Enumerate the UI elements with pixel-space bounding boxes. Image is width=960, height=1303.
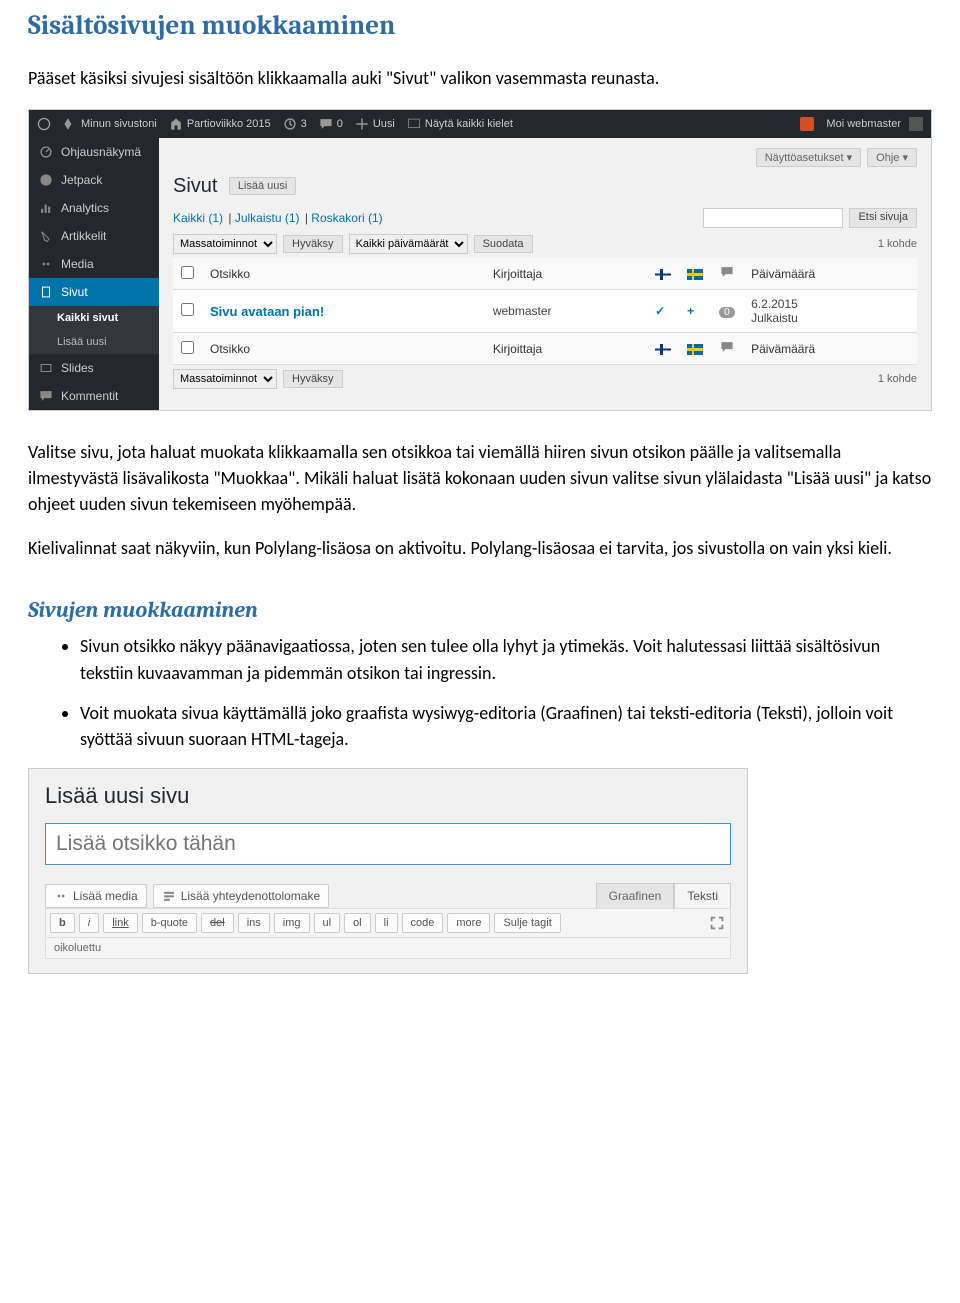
- doc-bullet-list: Sivun otsikko näkyy päänavigaatiossa, jo…: [28, 633, 932, 751]
- updates-link[interactable]: 3: [283, 117, 307, 131]
- sidebar-item-analytics[interactable]: Analytics: [29, 194, 159, 222]
- tb-li[interactable]: li: [375, 913, 398, 933]
- notification-badge[interactable]: [800, 117, 814, 131]
- row-checkbox[interactable]: [181, 303, 194, 316]
- wp-content-area: Näyttöasetukset ▾ Ohje ▾ Sivut Lisää uus…: [159, 138, 931, 410]
- bulk-action-select-bottom[interactable]: Massatoiminnot: [173, 369, 277, 389]
- page-title-link[interactable]: Sivu avataan pian!: [210, 304, 324, 319]
- flag-se-icon: [687, 344, 703, 355]
- tb-italic[interactable]: i: [79, 913, 99, 933]
- comments-link[interactable]: 0: [319, 117, 343, 131]
- add-media-button[interactable]: Lisää media: [45, 884, 147, 908]
- comment-count-badge[interactable]: 0: [719, 307, 735, 318]
- row-author: webmaster: [485, 290, 647, 333]
- tab-visual[interactable]: Graafinen: [596, 883, 675, 908]
- lang-fi-check-icon[interactable]: ✓: [655, 304, 665, 318]
- sidebar-item-jetpack[interactable]: Jetpack: [29, 166, 159, 194]
- tb-close-tags[interactable]: Sulje tagit: [494, 913, 560, 933]
- col-title[interactable]: Otsikko: [202, 258, 485, 290]
- fullscreen-icon[interactable]: [708, 914, 726, 932]
- lang-se-add-icon[interactable]: +: [687, 304, 694, 318]
- col-author[interactable]: Kirjoittaja: [485, 258, 647, 290]
- languages-link[interactable]: Näytä kaikki kielet: [407, 117, 513, 131]
- filter-published[interactable]: Julkaistu (1): [235, 211, 300, 225]
- tb-ul[interactable]: ul: [314, 913, 341, 933]
- sidebar-item-pages[interactable]: Sivut: [29, 278, 159, 306]
- sidebar-item-comments[interactable]: Kommentit: [29, 382, 159, 410]
- doc-title: Sisältösivujen muokkaaminen: [28, 10, 932, 41]
- doc-para-1: Valitse sivu, jota haluat muokata klikka…: [28, 439, 932, 517]
- select-all-checkbox[interactable]: [181, 266, 194, 279]
- sidebar-item-slides[interactable]: Slides: [29, 354, 159, 382]
- site-name-link[interactable]: Partioviikko 2015: [169, 117, 271, 131]
- new-content-link[interactable]: Uusi: [355, 117, 395, 131]
- tb-link[interactable]: link: [103, 913, 138, 933]
- add-new-button[interactable]: Lisää uusi: [229, 177, 297, 195]
- filter-trash[interactable]: Roskakori (1): [311, 211, 382, 225]
- tab-text[interactable]: Teksti: [674, 883, 731, 908]
- editor-heading: Lisää uusi sivu: [45, 783, 731, 809]
- sidebar-sub-all-pages[interactable]: Kaikki sivut: [29, 306, 159, 330]
- date-filter-select[interactable]: Kaikki päivämäärät: [349, 234, 468, 254]
- tb-more[interactable]: more: [447, 913, 490, 933]
- tb-code[interactable]: code: [402, 913, 444, 933]
- tb-bold[interactable]: b: [50, 913, 75, 933]
- filter-button[interactable]: Suodata: [474, 235, 533, 253]
- doc-intro: Pääset käsiksi sivujesi sisältöön klikka…: [28, 65, 932, 91]
- sidebar-item-media[interactable]: Media: [29, 250, 159, 278]
- toolbar-row2: oikoluettu: [45, 938, 731, 959]
- filter-all[interactable]: Kaikki (1): [173, 211, 223, 225]
- search-input[interactable]: [703, 208, 843, 228]
- my-sites-link[interactable]: Minun sivustoni: [63, 117, 157, 131]
- tb-ins[interactable]: ins: [238, 913, 270, 933]
- wp-toolbar: Minun sivustoni Partioviikko 2015 3 0 Uu…: [29, 110, 931, 138]
- screenshot-wp-pages-list: Minun sivustoni Partioviikko 2015 3 0 Uu…: [28, 109, 932, 411]
- screen-options-tab[interactable]: Näyttöasetukset ▾: [756, 148, 861, 167]
- screenshot-wp-editor: Lisää uusi sivu Lisää media Lisää yhteyd…: [28, 768, 748, 974]
- item-count: 1 kohde: [878, 238, 917, 250]
- page-heading: Sivut: [173, 175, 217, 198]
- doc-subheading: Sivujen muokkaaminen: [28, 597, 932, 623]
- tb-ol[interactable]: ol: [344, 913, 371, 933]
- page-title-input[interactable]: [45, 823, 731, 865]
- flag-fi-icon: [655, 344, 671, 355]
- status-filter-links: Kaikki (1) | Julkaistu (1) | Roskakori (…: [173, 211, 385, 225]
- tb-del[interactable]: del: [201, 913, 234, 933]
- col-title-footer[interactable]: Otsikko: [202, 333, 485, 365]
- wp-logo-icon[interactable]: [37, 117, 51, 131]
- apply-button[interactable]: Hyväksy: [283, 235, 343, 253]
- select-all-checkbox-footer[interactable]: [181, 341, 194, 354]
- doc-para-2: Kielivalinnat saat näkyviin, kun Polylan…: [28, 535, 932, 561]
- flag-se-icon: [687, 269, 703, 280]
- list-item: Sivun otsikko näkyy päänavigaatiossa, jo…: [80, 633, 932, 685]
- help-tab[interactable]: Ohje ▾: [867, 148, 917, 167]
- add-contact-form-button[interactable]: Lisää yhteydenottolomake: [153, 884, 329, 908]
- bulk-action-select[interactable]: Massatoiminnot: [173, 234, 277, 254]
- col-date-footer[interactable]: Päivämäärä: [743, 333, 917, 365]
- sidebar-item-dashboard[interactable]: Ohjausnäkymä: [29, 138, 159, 166]
- row-date: 6.2.2015Julkaistu: [743, 290, 917, 333]
- sidebar-item-posts[interactable]: Artikkelit: [29, 222, 159, 250]
- admin-sidebar: Ohjausnäkymä Jetpack Analytics Artikkeli…: [29, 138, 159, 410]
- comments-icon: [719, 265, 735, 279]
- pages-table: Otsikko Kirjoittaja Päivämäärä Sivu avat…: [173, 258, 917, 365]
- search-button[interactable]: Etsi sivuja: [849, 208, 917, 228]
- col-author-footer[interactable]: Kirjoittaja: [485, 333, 647, 365]
- list-item: Voit muokata sivua käyttämällä joko graa…: [80, 700, 932, 752]
- flag-fi-icon: [655, 269, 671, 280]
- table-row: Sivu avataan pian! webmaster ✓ + 0 6.2.2…: [173, 290, 917, 333]
- comments-icon: [719, 340, 735, 354]
- tb-img[interactable]: img: [274, 913, 310, 933]
- col-date[interactable]: Päivämäärä: [743, 258, 917, 290]
- editor-toolbar: b i link b-quote del ins img ul ol li co…: [45, 908, 731, 938]
- tb-bquote[interactable]: b-quote: [142, 913, 197, 933]
- sidebar-sub-add-new[interactable]: Lisää uusi: [29, 330, 159, 354]
- user-greeting[interactable]: Moi webmaster: [826, 117, 923, 131]
- apply-button-bottom[interactable]: Hyväksy: [283, 370, 343, 388]
- item-count-bottom: 1 kohde: [878, 373, 917, 385]
